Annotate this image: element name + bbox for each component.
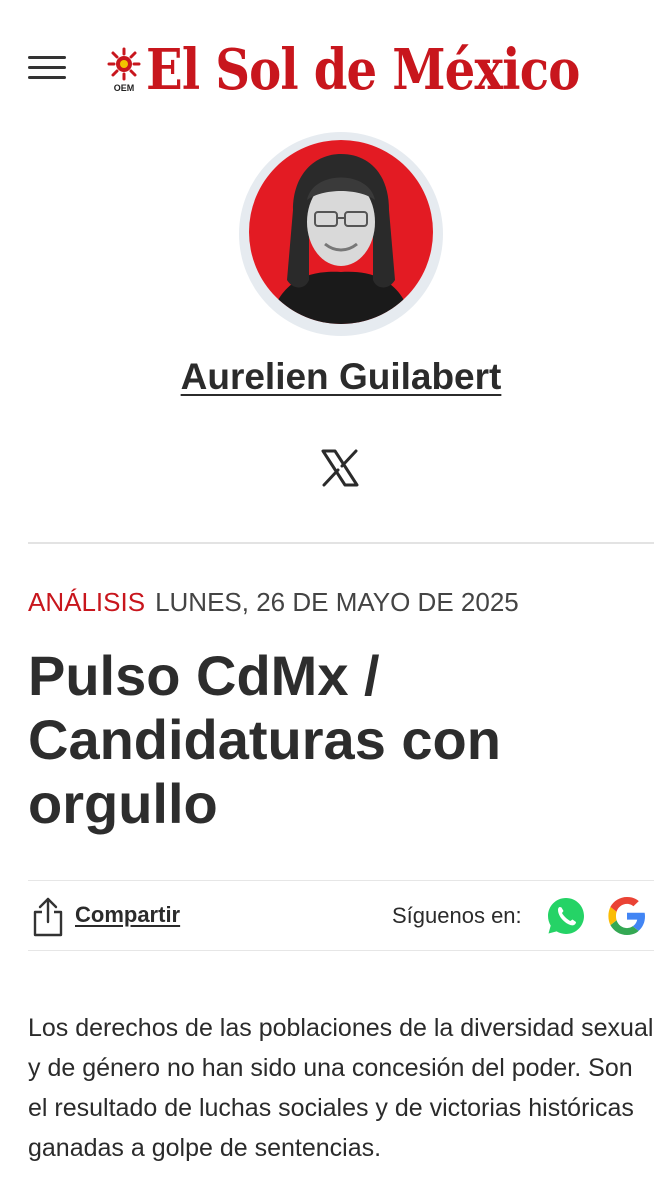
divider xyxy=(28,542,654,544)
share-icon xyxy=(33,897,63,937)
publish-date: LUNES, 26 DE MAYO DE 2025 xyxy=(155,587,519,617)
hamburger-menu-icon[interactable] xyxy=(28,54,68,82)
menu-line xyxy=(28,66,66,69)
author-portrait-icon xyxy=(269,154,413,324)
whatsapp-icon[interactable] xyxy=(546,896,586,936)
svg-text:OEM: OEM xyxy=(114,83,135,93)
site-header: OEM El Sol de México xyxy=(0,0,667,140)
x-twitter-icon[interactable] xyxy=(318,446,362,490)
menu-line xyxy=(28,76,66,79)
author-name-link[interactable]: Aurelien Guilabert xyxy=(0,356,667,398)
article-body: Los derechos de las poblaciones de la di… xyxy=(28,1014,654,1162)
menu-line xyxy=(28,56,66,59)
divider xyxy=(28,880,654,881)
follow-label: Síguenos en: xyxy=(392,903,522,928)
site-logo[interactable]: OEM El Sol de México xyxy=(106,38,580,102)
share-label: Compartir xyxy=(75,902,181,927)
article-title: Pulso CdMx / Candidaturas con orgullo xyxy=(28,644,501,835)
avatar-photo xyxy=(249,140,433,324)
divider xyxy=(28,950,654,951)
logo-wordmark: El Sol de México xyxy=(146,37,580,103)
author-avatar[interactable] xyxy=(239,132,443,336)
sun-emblem-icon: OEM xyxy=(107,47,141,93)
article-meta: ANÁLISIS LUNES, 26 DE MAYO DE 2025 xyxy=(28,586,519,618)
section-label[interactable]: ANÁLISIS xyxy=(28,587,145,617)
google-icon[interactable] xyxy=(606,895,648,937)
